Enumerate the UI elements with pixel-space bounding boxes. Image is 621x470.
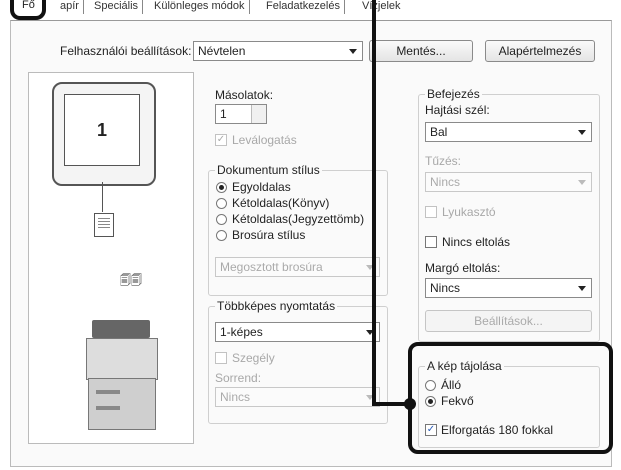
punch-checkbox[interactable] (425, 206, 437, 218)
multipage-value: 1-képes (220, 325, 263, 339)
binding-value: Bal (430, 125, 448, 139)
no-offset-label: Nincs eltolás (442, 235, 511, 249)
order-label: Sorrend: (215, 371, 262, 385)
user-settings-label: Felhasználói beállítások: (60, 44, 192, 58)
staple-label: Tűzés: (425, 154, 462, 168)
split-booklet-value: Megosztott brosúra (220, 260, 323, 274)
duplex-tablet-radio[interactable] (216, 214, 227, 225)
user-settings-select[interactable]: Névtelen (193, 41, 363, 61)
tab-watermarks[interactable]: Vízjelek (358, 0, 405, 14)
highlight-frame (408, 342, 613, 454)
user-settings-value: Névtelen (198, 44, 246, 58)
callout-dot (404, 398, 416, 410)
tab-paper[interactable]: apír (56, 0, 84, 14)
binding-select[interactable]: Bal (425, 122, 592, 142)
chevron-down-icon (578, 286, 586, 291)
duplex-book-label: Kétoldalas(Könyv) (232, 196, 330, 210)
copies-label: Másolatok: (215, 88, 274, 102)
stepper-down-icon[interactable] (251, 114, 266, 123)
copies-value: 1 (220, 107, 227, 121)
simplex-radio[interactable] (216, 182, 227, 193)
multipage-select[interactable]: 1-képes (215, 322, 380, 342)
border-checkbox[interactable] (215, 352, 227, 364)
duplex-tablet-label: Kétoldalas(Jegyzettömb) (232, 212, 365, 226)
no-offset-checkbox[interactable] (425, 236, 437, 248)
tab-main[interactable]: Fő (10, 0, 46, 20)
chevron-down-icon (578, 180, 586, 185)
margin-shift-value: Nincs (430, 281, 461, 295)
chevron-down-icon (578, 130, 586, 135)
booklet-radio[interactable] (216, 230, 227, 241)
binding-label: Hajtási szél: (425, 103, 490, 117)
connector-line (102, 182, 103, 212)
printer-icon (82, 320, 160, 430)
page-preview: 1 (64, 94, 140, 166)
tab-special-modes[interactable]: Különleges módok (150, 0, 250, 14)
collate-checkbox[interactable]: ✓ (215, 134, 227, 146)
staple-select[interactable]: Nincs (425, 172, 592, 192)
tab-main-label: Fő (22, 0, 35, 11)
order-select[interactable]: Nincs (215, 387, 380, 407)
tab-advanced[interactable]: Speciális (90, 0, 144, 14)
callout-line (372, 0, 376, 406)
tab-job-handling[interactable]: Feladatkezelés (262, 0, 345, 14)
margin-shift-label: Margó eltolás: (425, 261, 501, 275)
document-style-title: Dokumentum stílus (215, 163, 322, 177)
margin-shift-select[interactable]: Nincs (425, 278, 592, 298)
punch-label: Lyukasztó (442, 205, 496, 219)
order-value: Nincs (220, 390, 251, 404)
multipage-title: Többképes nyomtatás (215, 299, 338, 313)
border-label: Szegély (232, 351, 275, 365)
finishing-settings-button[interactable]: Beállítások... (425, 310, 592, 332)
simplex-label: Egyoldalas (232, 180, 291, 194)
defaults-button[interactable]: Alapértelmezés (485, 40, 595, 62)
finishing-title: Befejezés (425, 87, 482, 101)
chevron-down-icon (349, 49, 357, 54)
copies-stepper[interactable]: 1 (215, 104, 267, 124)
staple-value: Nincs (430, 175, 461, 189)
save-button[interactable]: Mentés... (369, 40, 473, 62)
tab-bar: Fő apír Speciális Különleges módok Felad… (0, 0, 621, 20)
duplex-book-radio[interactable] (216, 198, 227, 209)
document-icon (94, 213, 114, 237)
booklet-label: Brosúra stílus (232, 228, 306, 242)
collate-label: Leválogatás (232, 133, 297, 147)
stepper-up-icon[interactable] (251, 105, 266, 114)
split-booklet-select[interactable]: Megosztott brosúra (215, 257, 380, 277)
copies-stack-icon: 🗐🗐 (120, 275, 142, 287)
